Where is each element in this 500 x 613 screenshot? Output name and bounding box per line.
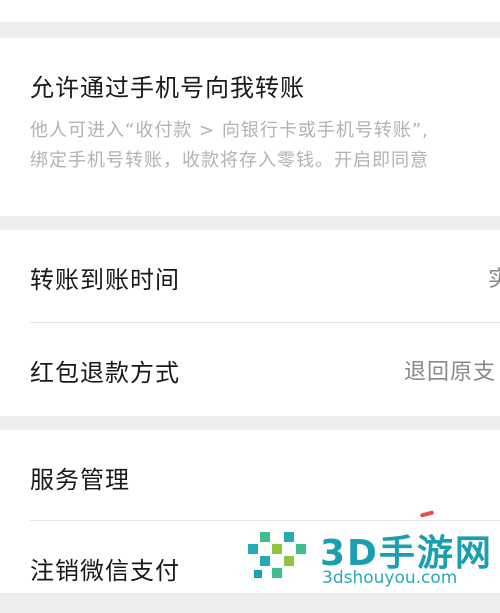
transfer-time-row[interactable]: 转账到账时间 实 — [0, 230, 500, 322]
watermark-url: 3dshouyou.com — [322, 568, 458, 588]
allow-desc-line-2: 绑定手机号转账，收款将存入零钱。开启即同意 — [30, 150, 429, 171]
transfer-time-value: 实 — [488, 261, 500, 293]
top-cut-card — [0, 0, 500, 22]
cancel-pay-label: 注销微信支付 — [30, 557, 180, 585]
allow-phone-transfer-section[interactable]: 允许通过手机号向我转账 他人可进入“收付款 > 向银行卡或手机号转账”, 绑定手… — [0, 38, 500, 216]
service-manage-label: 服务管理 — [30, 466, 130, 494]
red-packet-refund-value: 退回原支 — [404, 360, 497, 385]
watermark: 3D手游网 3dshouyou.com — [242, 518, 500, 593]
red-packet-refund-row[interactable]: 红包退款方式 退回原支 — [0, 323, 500, 415]
service-manage-row[interactable]: 服务管理 — [0, 430, 500, 522]
red-packet-refund-label: 红包退款方式 — [30, 359, 180, 387]
allow-phone-transfer-description: 他人可进入“收付款 > 向银行卡或手机号转账”, 绑定手机号转账，收款将存入零钱… — [30, 116, 500, 176]
allow-phone-transfer-title: 允许通过手机号向我转账 — [30, 74, 305, 102]
transfer-time-label: 转账到账时间 — [30, 266, 180, 294]
watermark-logo-icon — [248, 532, 306, 578]
allow-desc-line-1: 他人可进入“收付款 > 向银行卡或手机号转账”, — [30, 120, 429, 141]
transfer-settings-section: 转账到账时间 实 红包退款方式 退回原支 — [0, 230, 500, 416]
